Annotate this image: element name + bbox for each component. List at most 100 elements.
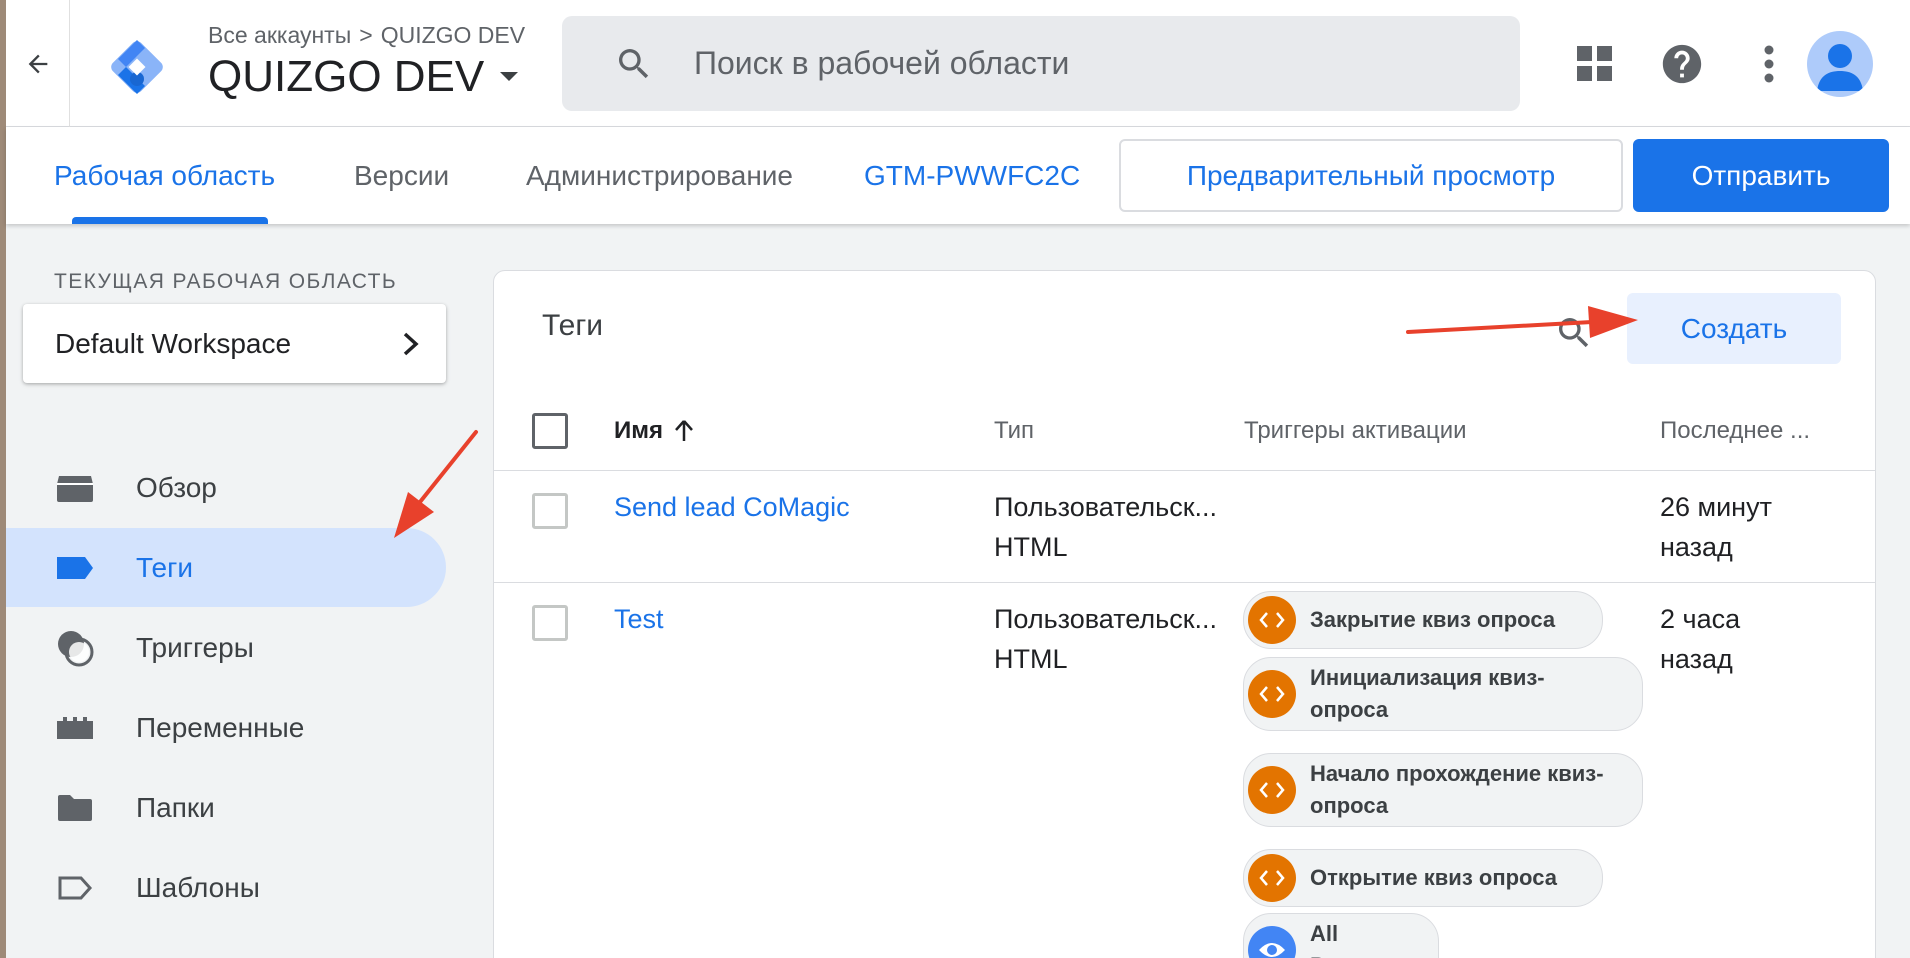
overview-icon	[54, 467, 96, 509]
preview-button[interactable]: Предварительный просмотр	[1119, 139, 1623, 212]
tab-versions[interactable]: Версии	[354, 127, 449, 224]
breadcrumb-container[interactable]: QUIZGO DEV	[381, 22, 525, 49]
breadcrumb-all-accounts[interactable]: Все аккаунты	[208, 22, 351, 49]
create-tag-button[interactable]: Создать	[1627, 293, 1841, 364]
tag-icon	[54, 547, 96, 589]
help-icon	[1662, 44, 1702, 84]
top-icons-group	[1558, 27, 1819, 101]
folder-icon	[54, 787, 96, 829]
last-edited-line1: 2 часа	[1660, 604, 1741, 634]
table-search-button[interactable]	[1549, 308, 1599, 358]
trigger-chip[interactable]: Инициализация квиз-опроса	[1243, 657, 1643, 731]
tab-admin-label: Администрирование	[526, 159, 793, 191]
row-checkbox[interactable]	[532, 605, 568, 641]
custom-event-icon	[1248, 596, 1296, 644]
column-last-edited-label: Последнее ...	[1660, 417, 1811, 444]
workspace-name: Default Workspace	[55, 327, 292, 359]
trigger-chip[interactable]: Начало прохождение квиз-опроса	[1243, 753, 1643, 827]
trigger-chip[interactable]: Открытие квиз опроса	[1243, 849, 1603, 907]
app-window: Все аккаунты > QUIZGO DEV QUIZGO DEV Пои…	[6, 0, 1910, 958]
trigger-chip[interactable]: Закрытие квиз опроса	[1243, 591, 1603, 649]
last-edited-line1: 26 минут	[1660, 492, 1772, 522]
avatar-person-icon	[1817, 44, 1863, 91]
sidebar-item-templates[interactable]: Шаблоны	[6, 848, 446, 927]
search-icon	[1559, 318, 1589, 348]
sidebar-item-folders-label: Папки	[136, 791, 215, 823]
table-row[interactable]: Send lead CoMagic Пользовательск... HTML…	[494, 471, 1875, 583]
trigger-chip-label: All Pages	[1310, 921, 1375, 958]
navigation-bar: Рабочая область Версии Администрирование…	[6, 127, 1910, 224]
card-title: Теги	[542, 309, 604, 342]
sidebar-item-templates-label: Шаблоны	[136, 871, 260, 903]
help-button[interactable]	[1645, 27, 1719, 101]
tags-card: Теги Создать Имя Тип Триггеры активации …	[493, 270, 1876, 958]
tab-workspace-label: Рабочая область	[54, 159, 276, 191]
sort-arrow-up-icon	[675, 420, 693, 441]
tag-name-link[interactable]: Test	[614, 604, 664, 634]
template-icon	[54, 867, 96, 909]
select-all-checkbox[interactable]	[532, 413, 568, 449]
sidebar-item-variables[interactable]: Переменные	[6, 688, 446, 767]
workspace-search-bar[interactable]	[562, 16, 1520, 111]
active-tab-indicator	[72, 217, 268, 224]
breadcrumb: Все аккаунты > QUIZGO DEV	[208, 22, 525, 49]
submit-button[interactable]: Отправить	[1633, 139, 1889, 212]
sidebar-item-folders[interactable]: Папки	[6, 768, 446, 847]
workspace-caption: ТЕКУЩАЯ РАБОЧАЯ ОБЛАСТЬ	[54, 270, 398, 293]
account-avatar[interactable]	[1807, 31, 1873, 97]
column-triggers[interactable]: Триггеры активации	[1244, 391, 1467, 471]
tab-admin[interactable]: Администрирование	[526, 127, 793, 224]
tag-type: Пользовательск... HTML	[994, 487, 1217, 567]
variables-icon	[54, 707, 96, 749]
trigger-chip-label: Открытие квиз опроса	[1310, 865, 1557, 890]
apps-grid-icon	[1577, 46, 1612, 81]
gtm-app: Все аккаунты > QUIZGO DEV QUIZGO DEV Пои…	[0, 0, 1910, 958]
trigger-chip-label: Инициализация квиз-опроса	[1310, 665, 1545, 722]
workspace-selector[interactable]: Default Workspace	[23, 304, 446, 383]
sidebar-item-overview[interactable]: Обзор	[6, 448, 446, 527]
tag-type-line2: HTML	[994, 644, 1068, 674]
sidebar-item-triggers-label: Триггеры	[136, 631, 254, 663]
container-name: QUIZGO DEV	[208, 52, 485, 101]
last-edited: 2 часа назад	[1660, 599, 1740, 679]
tab-versions-label: Версии	[354, 159, 450, 191]
custom-event-icon	[1248, 670, 1296, 718]
column-last-edited[interactable]: Последнее ...	[1660, 391, 1810, 471]
last-edited: 26 минут назад	[1660, 487, 1772, 567]
container-selector[interactable]: QUIZGO DEV	[208, 52, 520, 102]
gtm-logo-icon	[111, 40, 163, 94]
row-checkbox[interactable]	[532, 493, 568, 529]
custom-event-icon	[1248, 766, 1296, 814]
search-input[interactable]	[694, 45, 1494, 82]
column-type[interactable]: Тип	[994, 391, 1034, 471]
column-name-label: Имя	[614, 417, 664, 444]
apps-button[interactable]	[1558, 27, 1632, 101]
column-type-label: Тип	[994, 417, 1035, 444]
more-vert-icon	[1764, 45, 1774, 83]
tag-type-line2: HTML	[994, 532, 1068, 562]
last-edited-line2: назад	[1660, 532, 1733, 562]
sidebar-item-tags-label: Теги	[136, 551, 193, 583]
top-app-bar: Все аккаунты > QUIZGO DEV QUIZGO DEV	[6, 0, 1910, 127]
tag-type: Пользовательск... HTML	[994, 599, 1217, 679]
container-id[interactable]: GTM-PWWFC2C	[864, 127, 1080, 224]
sidebar-item-triggers[interactable]: Триггеры	[6, 608, 446, 687]
pageview-eye-icon	[1248, 926, 1296, 958]
more-options-button[interactable]	[1732, 27, 1806, 101]
last-edited-line2: назад	[1660, 644, 1733, 674]
tag-name-link[interactable]: Send lead CoMagic	[614, 492, 850, 522]
tag-type-line1: Пользовательск...	[994, 604, 1218, 634]
dropdown-arrow-icon	[500, 72, 519, 81]
back-button[interactable]	[6, 0, 70, 127]
sidebar-item-tags[interactable]: Теги	[6, 528, 446, 607]
trigger-chip-label: Закрытие квиз опроса	[1310, 607, 1556, 632]
tab-workspace[interactable]: Рабочая область	[54, 127, 275, 224]
table-header: Имя Тип Триггеры активации Последнее ...	[494, 391, 1875, 471]
sidebar-item-overview-label: Обзор	[136, 471, 217, 503]
table-row[interactable]: Test Пользовательск... HTML 2 часа назад…	[494, 583, 1875, 958]
breadcrumb-separator: >	[359, 22, 373, 48]
tag-type-line1: Пользовательск...	[994, 492, 1218, 522]
column-name[interactable]: Имя	[614, 391, 695, 471]
arrow-back-icon	[28, 54, 47, 73]
trigger-chip[interactable]: All Pages	[1243, 913, 1439, 958]
